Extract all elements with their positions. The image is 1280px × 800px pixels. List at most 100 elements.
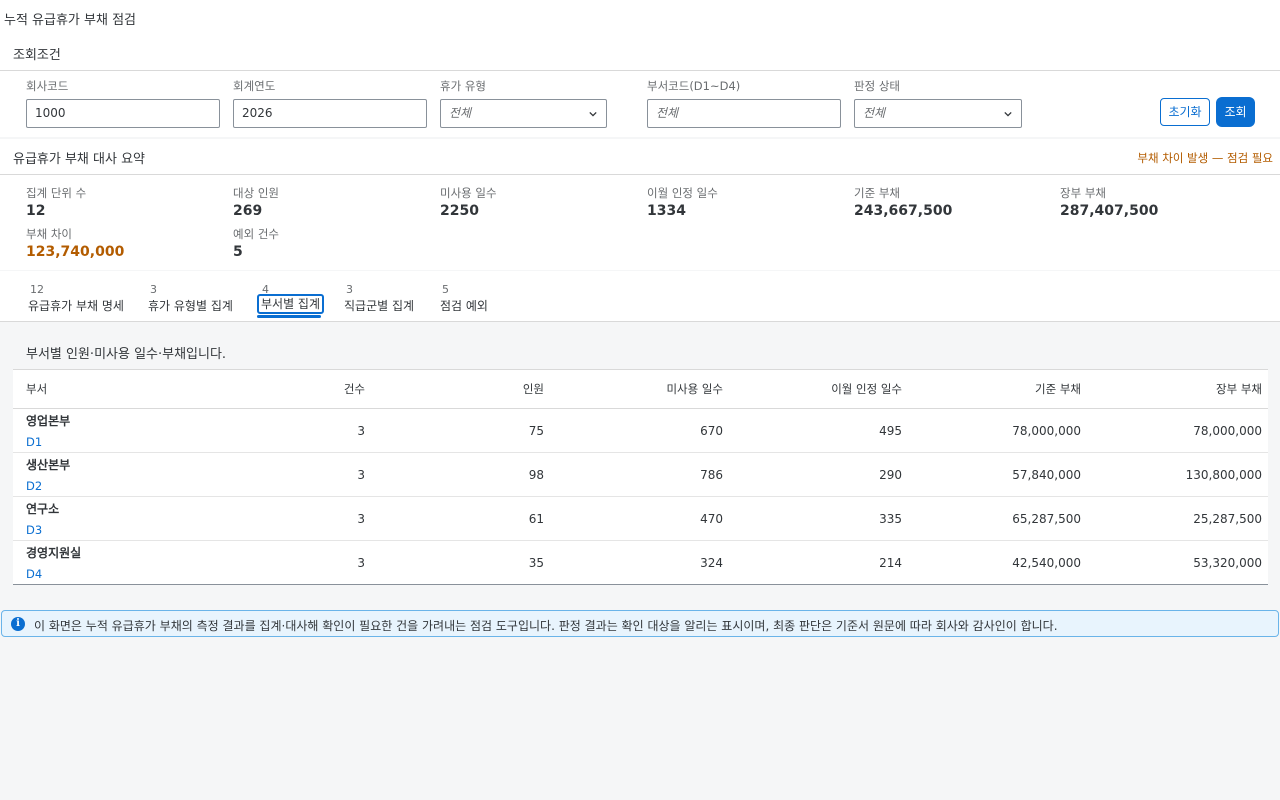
cases-cell: 3 <box>207 496 371 541</box>
base-liability-cell: 78,000,000 <box>908 408 1087 453</box>
dept-code-label: 부서코드(D1~D4) <box>647 79 741 93</box>
summary-section-header: 유급휴가 부채 대사 요약 <box>0 139 1280 175</box>
kpi-exception-count-label: 예외 건수 <box>233 227 279 241</box>
tab-count: 5 <box>442 283 449 296</box>
book-liability-cell: 130,800,000 <box>1087 452 1268 497</box>
leave-type-label: 휴가 유형 <box>440 79 486 93</box>
judgment-status-value: 전체 <box>863 106 886 120</box>
col-header-base-liability[interactable]: 기준 부채 <box>908 369 1087 409</box>
col-header-book-liability[interactable]: 장부 부채 <box>1087 369 1268 409</box>
tab-label: 직급군별 집계 <box>344 299 415 313</box>
unused-days-cell: 470 <box>550 496 729 541</box>
base-liability-cell: 57,840,000 <box>908 452 1087 497</box>
department-code: D1 <box>26 435 43 449</box>
headcount-cell: 35 <box>371 540 550 585</box>
tab-by-grade-group[interactable]: 3 직급군별 집계 <box>344 283 418 319</box>
cases-cell: 3 <box>207 452 371 497</box>
liability-difference-warning: 부채 차이 발생 — 점검 필요 <box>1137 151 1273 165</box>
department-name: 생산본부 <box>26 458 71 472</box>
kpi-headcount-label: 대상 인원 <box>233 186 279 200</box>
fiscal-year-label: 회계연도 <box>233 79 276 93</box>
company-code-label: 회사코드 <box>26 79 69 93</box>
headcount-cell: 75 <box>371 408 550 453</box>
tab-by-department[interactable]: 4 부서별 집계 <box>257 283 325 319</box>
department-code: D2 <box>26 479 43 493</box>
book-liability-cell: 25,287,500 <box>1087 496 1268 541</box>
chevron-down-icon <box>1004 111 1012 117</box>
table-header-row: 부서 건수 인원 미사용 일수 이월 인정 일수 기준 부채 장부 부채 <box>13 369 1268 409</box>
info-icon: i <box>11 617 25 631</box>
carryover-days-cell: 214 <box>729 540 908 585</box>
kpi-carryover-days-value: 1334 <box>647 203 686 219</box>
cases-cell: 3 <box>207 540 371 585</box>
cases-cell: 3 <box>207 408 371 453</box>
kpi-unit-count-label: 집계 단위 수 <box>26 186 87 200</box>
leave-type-select[interactable]: 전체 <box>440 99 607 128</box>
col-header-headcount[interactable]: 인원 <box>371 369 550 409</box>
department-name: 연구소 <box>26 502 60 516</box>
dept-code-input[interactable]: 전체 <box>647 99 841 128</box>
department-name: 영업본부 <box>26 414 71 428</box>
book-liability-cell: 78,000,000 <box>1087 408 1268 453</box>
carryover-days-cell: 290 <box>729 452 908 497</box>
kpi-unit-count-value: 12 <box>26 203 46 219</box>
kpi-liability-diff-label: 부채 차이 <box>26 227 72 241</box>
app-header: 누적 유급휴가 부채 점검 <box>0 0 1280 35</box>
col-header-unused-days[interactable]: 미사용 일수 <box>550 369 729 409</box>
unused-days-cell: 670 <box>550 408 729 453</box>
tab-label: 부서별 집계 <box>257 294 325 314</box>
table-row[interactable]: 생산본부 D2 3 98 786 290 57,840,000 130,800,… <box>13 452 1268 497</box>
search-button[interactable]: 조회 <box>1216 97 1255 127</box>
department-cell: 경영지원실 D4 <box>13 540 207 585</box>
kpi-book-liability-value: 287,407,500 <box>1060 203 1159 219</box>
kpi-base-liability-label: 기준 부채 <box>854 186 900 200</box>
tab-label: 휴가 유형별 집계 <box>148 299 233 313</box>
fiscal-year-input[interactable]: 2026 <box>233 99 427 128</box>
table-row[interactable]: 연구소 D3 3 61 470 335 65,287,500 25,287,50… <box>13 496 1268 541</box>
info-message-text: 이 화면은 누적 유급휴가 부채의 측정 결과를 집계·대사해 확인이 필요한 … <box>34 619 1058 633</box>
kpi-unused-days-label: 미사용 일수 <box>440 186 497 200</box>
tab-label: 유급휴가 부채 명세 <box>28 299 124 313</box>
summary-section-title: 유급휴가 부채 대사 요약 <box>13 152 145 167</box>
table-row[interactable]: 경영지원실 D4 3 35 324 214 42,540,000 53,320,… <box>13 540 1268 585</box>
judgment-status-select[interactable]: 전체 <box>854 99 1022 128</box>
carryover-days-cell: 495 <box>729 408 908 453</box>
department-cell: 생산본부 D2 <box>13 452 207 497</box>
table-row[interactable]: 영업본부 D1 3 75 670 495 78,000,000 78,000,0… <box>13 408 1268 453</box>
col-header-department[interactable]: 부서 <box>13 369 207 409</box>
unused-days-cell: 324 <box>550 540 729 585</box>
company-code-input[interactable]: 1000 <box>26 99 220 128</box>
kpi-unused-days-value: 2250 <box>440 203 479 219</box>
tab-count: 3 <box>346 283 353 296</box>
tab-exceptions[interactable]: 5 점검 예외 <box>440 283 492 319</box>
filter-section-title: 조회조건 <box>13 48 61 63</box>
info-message-strip: i 이 화면은 누적 유급휴가 부채의 측정 결과를 집계·대사해 확인이 필요… <box>1 610 1279 637</box>
carryover-days-cell: 335 <box>729 496 908 541</box>
tab-count: 12 <box>30 283 44 296</box>
table-description: 부서별 인원·미사용 일수·부채입니다. <box>26 347 227 362</box>
kpi-liability-diff-value: 123,740,000 <box>26 244 125 260</box>
col-header-carryover-days[interactable]: 이월 인정 일수 <box>729 369 908 409</box>
kpi-carryover-days-label: 이월 인정 일수 <box>647 186 718 200</box>
department-cell: 영업본부 D1 <box>13 408 207 453</box>
app-title: 누적 유급휴가 부채 점검 <box>4 13 136 28</box>
reset-button[interactable]: 초기화 <box>1160 98 1210 126</box>
col-header-cases[interactable]: 건수 <box>207 369 371 409</box>
base-liability-cell: 42,540,000 <box>908 540 1087 585</box>
tab-by-leave-type[interactable]: 3 휴가 유형별 집계 <box>148 283 238 319</box>
kpi-headcount-value: 269 <box>233 203 263 219</box>
kpi-book-liability-label: 장부 부채 <box>1060 186 1106 200</box>
filter-section-header: 조회조건 <box>0 35 1280 71</box>
headcount-cell: 98 <box>371 452 550 497</box>
tab-liability-details[interactable]: 12 유급휴가 부채 명세 <box>28 283 128 319</box>
kpi-base-liability-value: 243,667,500 <box>854 203 953 219</box>
tab-label: 점검 예외 <box>440 299 488 313</box>
tab-bar: 12 유급휴가 부채 명세 3 휴가 유형별 집계 4 부서별 집계 3 직급군… <box>0 271 1280 322</box>
headcount-cell: 61 <box>371 496 550 541</box>
department-code: D3 <box>26 523 43 537</box>
department-name: 경영지원실 <box>26 546 82 560</box>
leave-type-value: 전체 <box>449 106 472 120</box>
chevron-down-icon <box>589 111 597 117</box>
tab-count: 3 <box>150 283 157 296</box>
department-code: D4 <box>26 567 43 581</box>
